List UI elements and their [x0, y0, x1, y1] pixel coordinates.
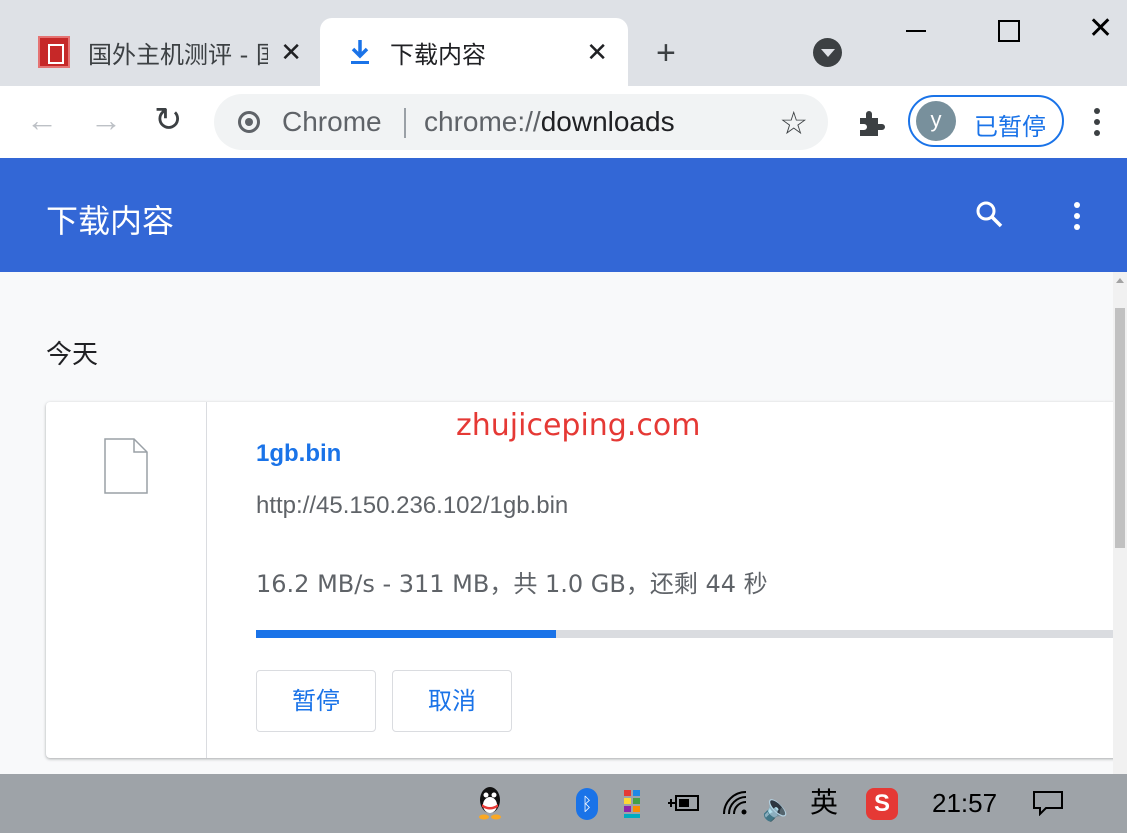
- extensions-icon[interactable]: [856, 108, 886, 138]
- downloads-header: 下载内容: [0, 158, 1127, 272]
- tab-zhujiceping[interactable]: 国外主机测评 - 国 ✕: [20, 18, 320, 86]
- file-name-link[interactable]: 1gb.bin: [256, 440, 341, 468]
- tab-title: 下载内容: [390, 40, 486, 69]
- site-seal-icon: [38, 36, 70, 68]
- minimize-window-button[interactable]: [906, 30, 926, 32]
- progress-fill: [256, 630, 557, 638]
- close-tab-icon[interactable]: ✕: [280, 39, 302, 65]
- close-window-button[interactable]: ✕: [1088, 14, 1113, 44]
- url-host: downloads: [540, 106, 675, 137]
- download-item: 1gb.bin http://45.150.236.102/1gb.bin 16…: [46, 402, 1113, 758]
- maximize-window-button[interactable]: [998, 20, 1020, 42]
- system-taskbar: ᛒ 🔈 英 S 21:57: [0, 774, 1127, 833]
- profile-button[interactable]: y 已暂停: [908, 95, 1064, 147]
- browser-menu-icon[interactable]: [1094, 108, 1100, 141]
- system-clock[interactable]: 21:57: [932, 784, 997, 822]
- download-status: 16.2 MB/s - 311 MB，共 1.0 GB，还剩 44 秒: [256, 570, 768, 598]
- download-icon: [351, 40, 369, 64]
- scrollbar-thumb[interactable]: [1115, 308, 1125, 548]
- browser-toolbar: ← → ↻ Chrome chrome://downloads ☆ y 已暂停: [0, 86, 1127, 159]
- chrome-logo-icon: [238, 111, 260, 133]
- reload-button[interactable]: ↻: [154, 103, 183, 137]
- profile-status: 已暂停: [974, 113, 1046, 141]
- bluetooth-icon[interactable]: ᛒ: [576, 788, 598, 820]
- tab-strip: 国外主机测评 - 国 ✕ 下载内容 ✕ + ✕: [0, 0, 1127, 86]
- omnibox-chip: Chrome: [282, 106, 382, 137]
- battery-plug-icon[interactable]: [668, 792, 700, 814]
- color-grid-icon[interactable]: [624, 790, 640, 818]
- ime-mode-indicator[interactable]: 英: [810, 784, 838, 822]
- omnibox-separator: [404, 108, 406, 138]
- qq-penguin-icon[interactable]: [474, 784, 506, 820]
- file-icon-column: [46, 402, 207, 758]
- avatar: y: [916, 101, 956, 141]
- wifi-icon[interactable]: [722, 790, 748, 816]
- cancel-button[interactable]: 取消: [392, 670, 512, 732]
- url-scheme: chrome://: [424, 106, 541, 137]
- download-progress-bar: [256, 630, 1113, 638]
- new-tab-button[interactable]: +: [656, 36, 676, 70]
- volume-icon[interactable]: 🔈: [762, 788, 794, 826]
- tab-title: 国外主机测评 - 国: [88, 40, 268, 69]
- back-button[interactable]: ←: [26, 104, 58, 136]
- tab-downloads[interactable]: 下载内容 ✕: [320, 18, 628, 86]
- search-icon[interactable]: [975, 200, 1003, 228]
- source-url[interactable]: http://45.150.236.102/1gb.bin: [256, 492, 568, 520]
- file-icon: [104, 438, 148, 494]
- address-bar[interactable]: Chrome chrome://downloads ☆: [214, 94, 828, 150]
- downloads-list: 今天 1gb.bin http://45.150.236.102/1gb.bin…: [0, 272, 1113, 774]
- omnibox-url[interactable]: chrome://downloads: [424, 106, 675, 138]
- notification-center-icon[interactable]: [1032, 790, 1064, 816]
- watermark-text: zhujiceping.com: [456, 408, 701, 443]
- close-tab-icon[interactable]: ✕: [586, 39, 608, 65]
- scrollbar[interactable]: [1113, 272, 1127, 774]
- pause-button[interactable]: 暂停: [256, 670, 376, 732]
- bookmark-star-icon[interactable]: ☆: [779, 104, 808, 142]
- sogou-ime-icon[interactable]: S: [866, 788, 898, 820]
- more-actions-icon[interactable]: [1074, 202, 1080, 235]
- forward-button[interactable]: →: [90, 104, 122, 136]
- tab-search-icon[interactable]: [813, 38, 842, 67]
- date-header: 今天: [46, 340, 99, 370]
- scroll-up-arrow-icon[interactable]: [1116, 278, 1124, 283]
- page-title: 下载内容: [46, 202, 175, 240]
